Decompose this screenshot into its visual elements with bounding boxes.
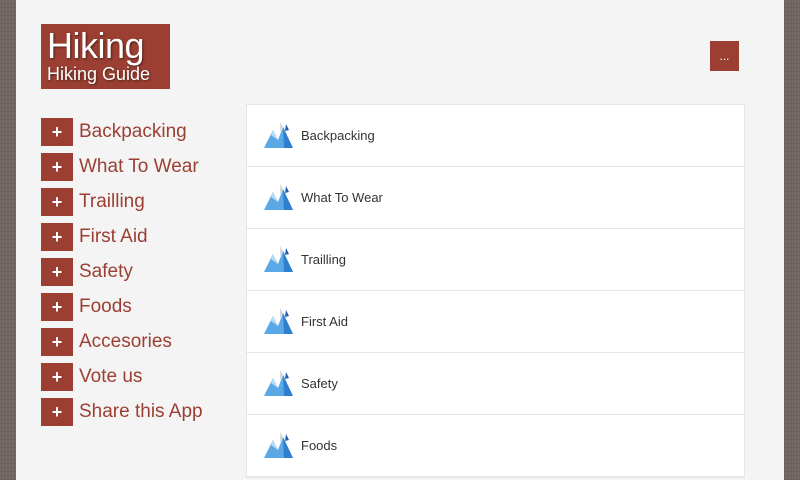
list-item-label: Trailling: [301, 252, 347, 267]
sidebar-menu: + Backpacking + What To Wear + Trailling…: [41, 114, 241, 429]
sidebar-item-label: Safety: [79, 260, 133, 282]
plus-icon: +: [41, 222, 73, 251]
list-item[interactable]: Foods: [247, 415, 744, 477]
sidebar-item-label: Foods: [79, 295, 132, 317]
mountain-icon: [264, 245, 293, 272]
plus-icon: +: [41, 257, 73, 286]
sidebar-item-label: Share this App: [79, 400, 203, 422]
sidebar-item-backpacking[interactable]: + Backpacking: [41, 114, 241, 149]
plus-icon: +: [41, 117, 73, 146]
plus-icon: +: [41, 397, 73, 426]
main-panel: Hiking Hiking Guide ... + Backpacking + …: [16, 0, 784, 480]
list-item[interactable]: First Aid: [247, 291, 744, 353]
mountain-icon: [264, 121, 293, 148]
plus-icon: +: [41, 152, 73, 181]
list-item-label: Backpacking: [301, 128, 375, 143]
sidebar-item-accesories[interactable]: + Accesories: [41, 324, 241, 359]
sidebar-item-foods[interactable]: + Foods: [41, 289, 241, 324]
list-item[interactable]: What To Wear: [247, 167, 744, 229]
plus-icon: +: [41, 187, 73, 216]
sidebar-item-safety[interactable]: + Safety: [41, 254, 241, 289]
sidebar-item-label: Backpacking: [79, 120, 187, 142]
sidebar-item-label: What To Wear: [79, 155, 199, 177]
app-title: Hiking: [47, 25, 145, 66]
app-logo: Hiking Hiking Guide: [41, 24, 170, 89]
sidebar-item-trailling[interactable]: + Trailling: [41, 184, 241, 219]
sidebar-item-label: Trailling: [79, 190, 145, 212]
list-item[interactable]: Trailling: [247, 229, 744, 291]
list-item[interactable]: Safety: [247, 353, 744, 415]
mountain-icon: [264, 369, 293, 396]
mountain-icon: [264, 183, 293, 210]
list-item-label: What To Wear: [301, 190, 383, 205]
plus-icon: +: [41, 362, 73, 391]
sidebar-item-first-aid[interactable]: + First Aid: [41, 219, 241, 254]
list-item-label: Foods: [301, 438, 338, 453]
app-subtitle: Hiking Guide: [47, 64, 151, 84]
mountain-icon: [264, 307, 293, 334]
list-item[interactable]: Backpacking: [247, 105, 744, 167]
plus-icon: +: [41, 292, 73, 321]
sidebar-item-share-this-app[interactable]: + Share this App: [41, 394, 241, 429]
mountain-icon: [264, 431, 293, 458]
sidebar-item-label: Vote us: [79, 365, 143, 387]
topic-list: Backpacking What To Wear Trailling First…: [246, 104, 745, 478]
sidebar-item-what-to-wear[interactable]: + What To Wear: [41, 149, 241, 184]
list-item-label: Safety: [301, 376, 338, 391]
sidebar-item-vote-us[interactable]: + Vote us: [41, 359, 241, 394]
sidebar-item-label: First Aid: [79, 225, 148, 247]
sidebar-item-label: Accesories: [79, 330, 172, 352]
list-item-label: First Aid: [301, 314, 348, 329]
more-menu-button[interactable]: ...: [710, 41, 739, 71]
plus-icon: +: [41, 327, 73, 356]
